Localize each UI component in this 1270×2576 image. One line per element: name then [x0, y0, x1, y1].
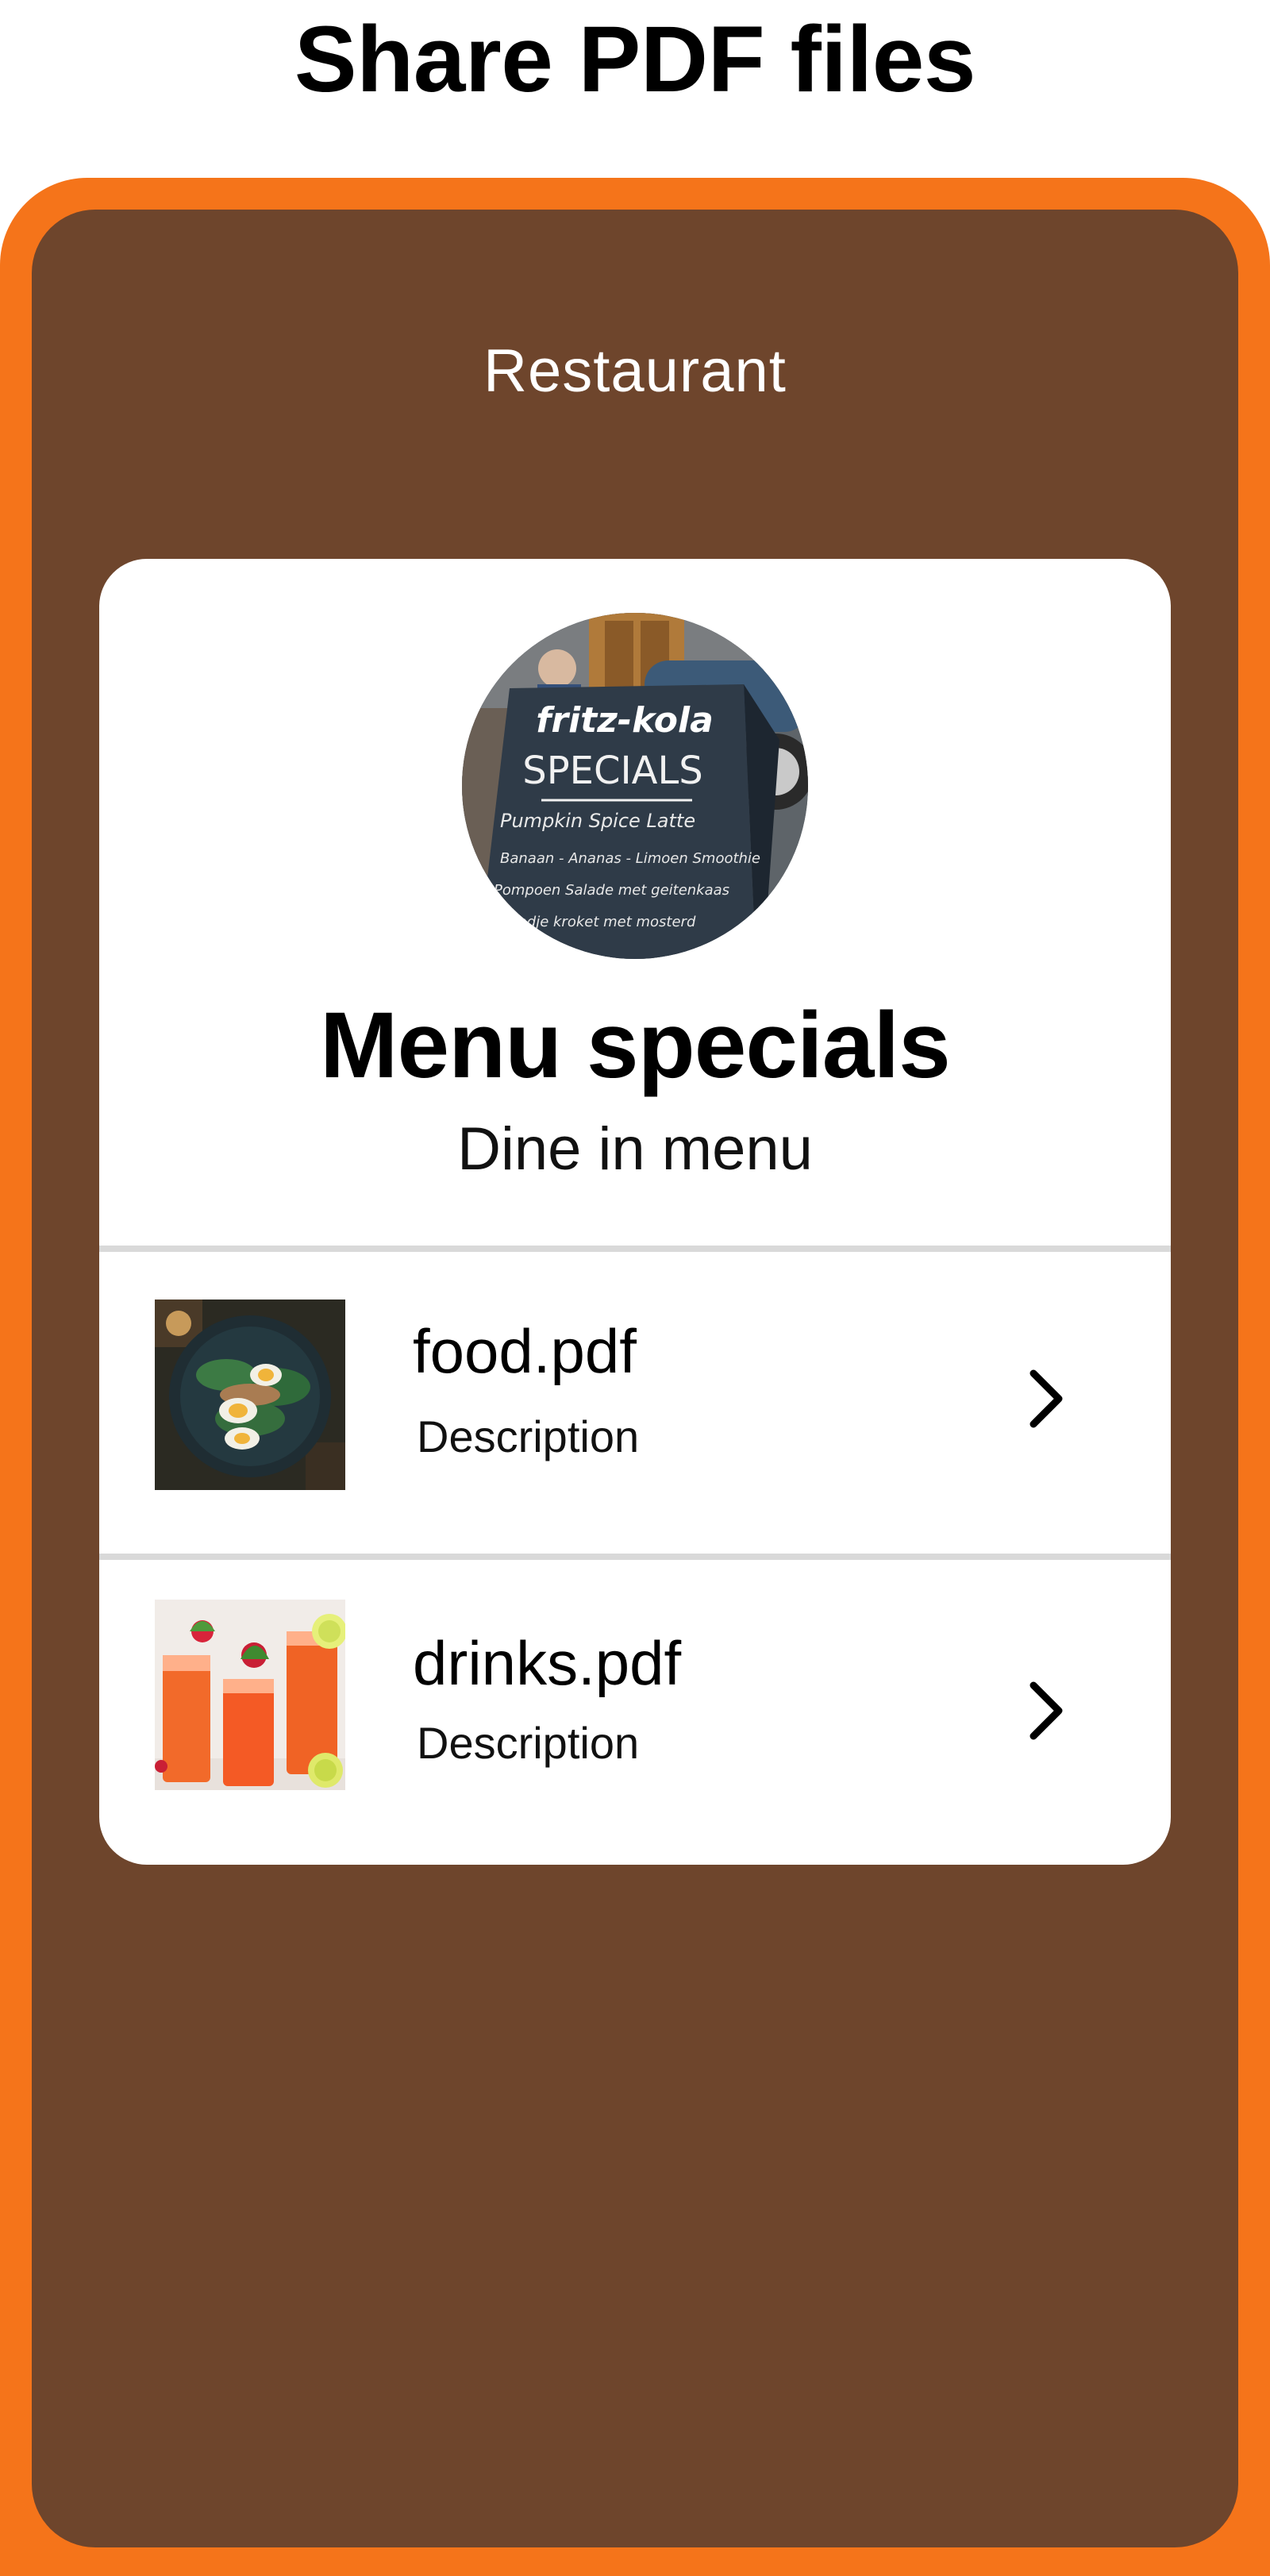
chalkboard-line-4: Broodje kroket met mosterd	[494, 914, 696, 930]
phone-screen: Restaurant fritz-kola SPECIALS Pumpkin S…	[32, 210, 1238, 2547]
file-name: drinks.pdf	[413, 1628, 682, 1698]
card-title: Menu specials	[320, 993, 951, 1098]
food-plate-photo	[155, 1300, 345, 1490]
menu-card: fritz-kola SPECIALS Pumpkin Spice Latte …	[99, 559, 1171, 1865]
chalkboard-line-1: Pumpkin Spice Latte	[500, 810, 695, 832]
file-description: Description	[417, 1718, 640, 1768]
app-header-title: Restaurant	[483, 337, 787, 405]
card-subtitle: Dine in menu	[457, 1115, 813, 1183]
chevron-right-icon[interactable]	[1016, 1679, 1080, 1742]
chalkboard-heading: SPECIALS	[522, 749, 702, 793]
file-name: food.pdf	[413, 1316, 637, 1386]
file-row-drinks[interactable]: drinks.pdf Description	[99, 1560, 1171, 1862]
chalkboard-line-3: Pompoen Salade met geitenkaas	[494, 882, 729, 899]
page-title: Share PDF files	[294, 7, 976, 112]
chalkboard-brand: fritz-kola	[536, 700, 714, 741]
drinks-glasses-photo	[155, 1600, 345, 1790]
chevron-right-icon[interactable]	[1016, 1367, 1080, 1430]
chalkboard-line-2: Banaan - Ananas - Limoen Smoothie	[500, 850, 760, 867]
file-description: Description	[417, 1411, 640, 1461]
drinks-thumbnail	[155, 1600, 345, 1790]
divider	[99, 1246, 1171, 1252]
phone-frame: Restaurant fritz-kola SPECIALS Pumpkin S…	[0, 178, 1270, 2576]
divider	[99, 1554, 1171, 1560]
menu-specials-chalkboard-photo: fritz-kola SPECIALS Pumpkin Spice Latte …	[462, 613, 808, 959]
profile-avatar: fritz-kola SPECIALS Pumpkin Spice Latte …	[462, 613, 808, 959]
file-row-food[interactable]: food.pdf Description	[99, 1252, 1171, 1554]
food-thumbnail	[155, 1300, 345, 1490]
